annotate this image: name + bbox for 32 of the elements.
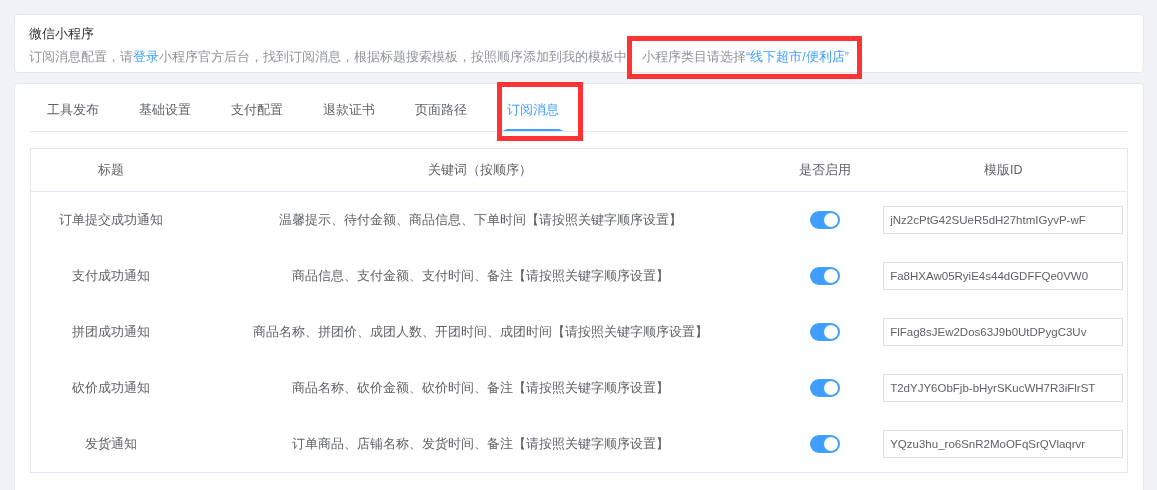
tab[interactable]: 支付配置	[226, 88, 288, 131]
column-header: 关键词（按顺序）	[427, 161, 534, 179]
tab[interactable]: 退款证书	[318, 88, 380, 131]
column-header: 标题	[96, 161, 125, 179]
template-id-field[interactable]: YQzu3hu_ro6SnR2MoOFqSrQVlaqrvr	[883, 430, 1124, 458]
table-cell-text: 商品名称、砍价金额、砍价时间、备注【请按照关键字顺序设置】	[290, 379, 670, 397]
column-header: 模版ID	[982, 161, 1024, 179]
category-note: 小程序类目请选择“线下超市/便利店”	[627, 36, 862, 79]
toggle-switch[interactable]	[809, 379, 840, 397]
table-cell-text: 拼团成功通知	[70, 323, 151, 341]
template-id-field[interactable]: Fa8HXAw05RyiE4s44dGDFFQe0VW0	[883, 262, 1124, 290]
table-cell-text: 温馨提示、待付金额、商品信息、下单时间【请按照关键字顺序设置】	[277, 211, 683, 229]
table-cell-text: 商品名称、拼团价、成团人数、开团时间、成团时间【请按照关键字顺序设置】	[251, 323, 709, 341]
column-header: 是否启用	[797, 161, 852, 179]
table-cell-text: 商品信息、支付金额、支付时间、备注【请按照关键字顺序设置】	[290, 267, 670, 285]
tab[interactable]: 工具发布	[42, 88, 104, 131]
table-cell-text: 砍价成功通知	[70, 379, 151, 397]
toggle-switch[interactable]	[809, 435, 840, 453]
description-text: 订阅消息配置，请登录小程序官方后台，找到订阅消息，根据标题搜索模板，按照顺序添加到我的模板中	[29, 49, 627, 66]
tab[interactable]: 基础设置	[134, 88, 196, 131]
table-cell-text: 订单提交成功通知	[57, 211, 164, 229]
table-cell-text: 订单商品、店铺名称、发货时间、备注【请按照关键字顺序设置】	[290, 435, 670, 453]
table-cell-text: 发货通知	[83, 435, 138, 453]
toggle-switch[interactable]	[809, 323, 840, 341]
toggle-switch[interactable]	[809, 211, 840, 229]
template-id-field[interactable]: T2dYJY6ObFjb-bHyrSKucWH7R3iFlrST	[883, 374, 1124, 402]
toggle-switch[interactable]	[809, 267, 840, 285]
table-cell-text: 支付成功通知	[70, 267, 151, 285]
card-title: 微信小程序	[29, 25, 95, 43]
tab[interactable]: 页面路径	[410, 88, 472, 131]
template-id-field[interactable]: jNz2cPtG42SUeR5dH27htmIGyvP-wF	[883, 206, 1124, 234]
template-id-field[interactable]: FlFag8sJEw2Dos63J9b0UtDPygC3Uv	[883, 318, 1124, 346]
